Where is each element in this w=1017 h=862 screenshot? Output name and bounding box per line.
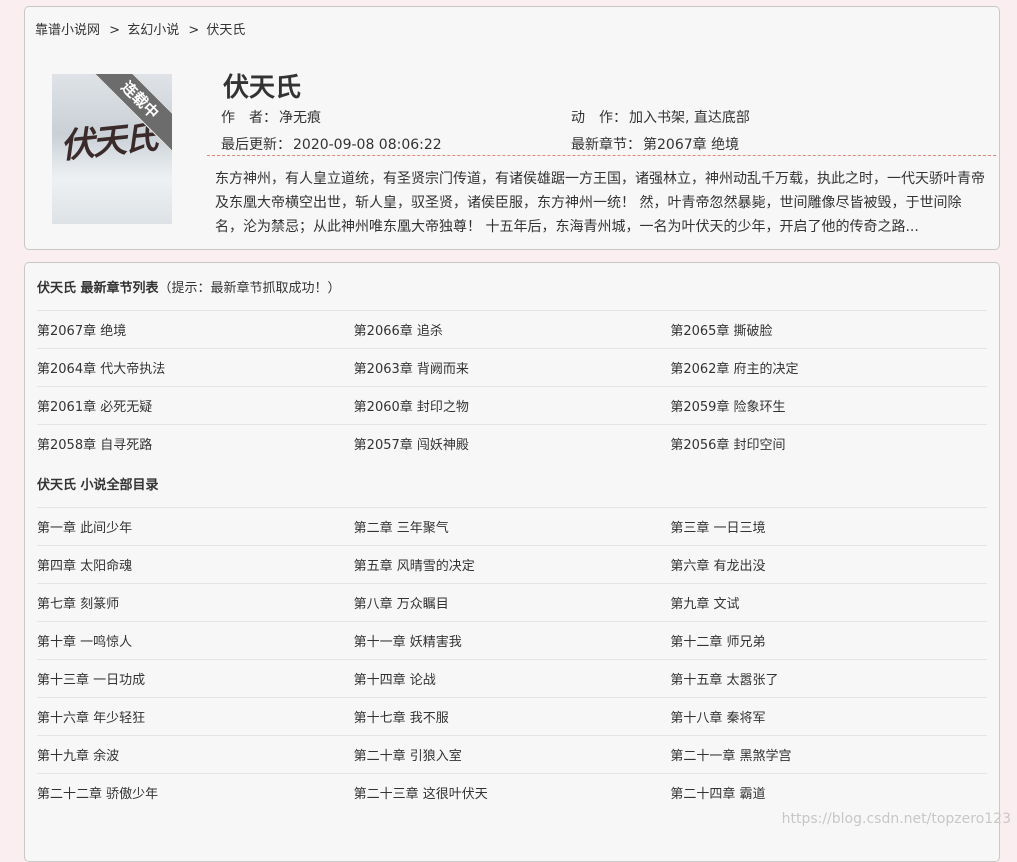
- chapter-link[interactable]: 第十三章 一日功成: [37, 669, 354, 688]
- chapter-link[interactable]: 第2066章 追杀: [354, 320, 671, 339]
- chapter-row: 第十六章 年少轻狂 第十七章 我不服 第十八章 秦将军: [37, 697, 987, 735]
- chapter-link[interactable]: 第十四章 论战: [354, 669, 671, 688]
- all-chapters-grid: 第一章 此间少年 第二章 三年聚气 第三章 一日三境 第四章 太阳命魂 第五章 风晴雪的…: [37, 507, 987, 811]
- actions-label: 动 作：: [571, 110, 627, 126]
- breadcrumb-separator: >: [188, 23, 200, 38]
- chapter-link[interactable]: 第2063章 背阙而来: [354, 358, 671, 377]
- updated-line: 最后更新： 2020-09-08 08:06:22: [221, 134, 442, 154]
- latest-chapter-label: 最新章节：: [571, 137, 641, 153]
- chapter-row: 第四章 太阳命魂 第五章 风晴雪的决定 第六章 有龙出没: [37, 545, 987, 583]
- chapter-link[interactable]: 第十六章 年少轻狂: [37, 707, 354, 726]
- chapter-link[interactable]: 第二十二章 骄傲少年: [37, 783, 354, 802]
- chapter-row: 第2061章 必死无疑 第2060章 封印之物 第2059章 险象环生: [37, 386, 987, 424]
- chapter-row: 第十章 一鸣惊人 第十一章 妖精害我 第十二章 师兄弟: [37, 621, 987, 659]
- latest-chapter-link[interactable]: 第2067章 绝境: [643, 137, 739, 153]
- author-label: 作 者：: [221, 110, 277, 126]
- latest-chapters-hint: （提示：最新章节抓取成功！）: [158, 281, 341, 296]
- latest-chapters-heading: 伏天氏 最新章节列表（提示：最新章节抓取成功！）: [37, 277, 341, 296]
- breadcrumb-current-book: 伏天氏: [206, 23, 246, 38]
- chapter-link[interactable]: 第八章 万众瞩目: [354, 593, 671, 612]
- chapter-link[interactable]: 第十八章 秦将军: [670, 707, 987, 726]
- breadcrumb-site-link[interactable]: 靠谱小说网: [35, 23, 100, 38]
- author-line: 作 者： 净无痕: [221, 107, 321, 127]
- author-name: 净无痕: [279, 110, 321, 126]
- chapter-link[interactable]: 第三章 一日三境: [670, 517, 987, 536]
- chapter-link[interactable]: 第二十章 引狼入室: [354, 745, 671, 764]
- chapter-row: 第2058章 自寻死路 第2057章 闯妖神殿 第2056章 封印空间: [37, 424, 987, 462]
- book-title: 伏天氏: [223, 73, 302, 103]
- chapter-link[interactable]: 第2059章 险象环生: [670, 396, 987, 415]
- chapter-row: 第七章 刻篆师 第八章 万众瞩目 第九章 文试: [37, 583, 987, 621]
- watermark-text: https://blog.csdn.net/topzero123: [781, 811, 1011, 827]
- chapter-link[interactable]: 第2062章 府主的决定: [670, 358, 987, 377]
- all-chapters-title: 伏天氏 小说全部目录: [37, 478, 159, 493]
- chapter-link[interactable]: 第十章 一鸣惊人: [37, 631, 354, 650]
- chapter-link[interactable]: 第2064章 代大帝执法: [37, 358, 354, 377]
- chapter-link[interactable]: 第七章 刻篆师: [37, 593, 354, 612]
- chapter-link[interactable]: 第2065章 撕破脸: [670, 320, 987, 339]
- chapter-link[interactable]: 第十九章 余波: [37, 745, 354, 764]
- breadcrumb: 靠谱小说网 > 玄幻小说 > 伏天氏: [35, 19, 247, 38]
- chapter-row: 第十九章 余波 第二十章 引狼入室 第二十一章 黑煞学宫: [37, 735, 987, 773]
- breadcrumb-separator: >: [109, 23, 121, 38]
- chapter-link[interactable]: 第二章 三年聚气: [354, 517, 671, 536]
- chapter-link[interactable]: 第五章 风晴雪的决定: [354, 555, 671, 574]
- latest-chapter-line: 最新章节： 第2067章 绝境: [571, 134, 739, 154]
- chapter-link[interactable]: 第十五章 太嚣张了: [670, 669, 987, 688]
- chapter-link[interactable]: 第十一章 妖精害我: [354, 631, 671, 650]
- chapter-link[interactable]: 第十二章 师兄弟: [670, 631, 987, 650]
- latest-chapters-grid: 第2067章 绝境 第2066章 追杀 第2065章 撕破脸 第2064章 代大帝执法…: [37, 310, 987, 462]
- add-to-bookshelf-link[interactable]: 加入书架: [629, 110, 685, 126]
- chapter-link[interactable]: 第二十三章 这很叶伏天: [354, 783, 671, 802]
- chapter-link[interactable]: 第六章 有龙出没: [670, 555, 987, 574]
- chapter-link[interactable]: 第二十一章 黑煞学宫: [670, 745, 987, 764]
- chapter-link[interactable]: 第2060章 封印之物: [354, 396, 671, 415]
- updated-label: 最后更新：: [221, 137, 291, 153]
- actions-line: 动 作： 加入书架, 直达底部: [571, 107, 750, 127]
- chapter-link[interactable]: 第2058章 自寻死路: [37, 434, 354, 453]
- chapter-list-panel: 伏天氏 最新章节列表（提示：最新章节抓取成功！） 第2067章 绝境 第2066章…: [24, 262, 1000, 862]
- chapter-link[interactable]: 第九章 文试: [670, 593, 987, 612]
- updated-time: 2020-09-08 08:06:22: [293, 137, 442, 153]
- chapter-row: 第2067章 绝境 第2066章 追杀 第2065章 撕破脸: [37, 310, 987, 348]
- chapter-row: 第2064章 代大帝执法 第2063章 背阙而来 第2062章 府主的决定: [37, 348, 987, 386]
- latest-chapters-title: 伏天氏 最新章节列表: [37, 281, 159, 296]
- chapter-link[interactable]: 第二十四章 霸道: [670, 783, 987, 802]
- book-info-panel: 靠谱小说网 > 玄幻小说 > 伏天氏 伏天氏 连载中 伏天氏 作 者： 净无痕 动…: [24, 6, 1000, 250]
- actions-comma: ,: [685, 110, 690, 126]
- chapter-link[interactable]: 第十七章 我不服: [354, 707, 671, 726]
- all-chapters-heading: 伏天氏 小说全部目录: [37, 474, 159, 493]
- chapter-row: 第一章 此间少年 第二章 三年聚气 第三章 一日三境: [37, 507, 987, 545]
- book-cover-image: 伏天氏 连载中: [52, 74, 172, 224]
- jump-to-bottom-link[interactable]: 直达底部: [694, 110, 750, 126]
- chapter-link[interactable]: 第一章 此间少年: [37, 517, 354, 536]
- chapter-row: 第二十二章 骄傲少年 第二十三章 这很叶伏天 第二十四章 霸道: [37, 773, 987, 811]
- dashed-divider: [207, 155, 996, 156]
- chapter-link[interactable]: 第2061章 必死无疑: [37, 396, 354, 415]
- book-introduction: 东方神州，有人皇立道统，有圣贤宗门传道，有诸侯雄踞一方王国，诸强林立，神州动乱千…: [215, 171, 985, 235]
- chapter-link[interactable]: 第2067章 绝境: [37, 320, 354, 339]
- breadcrumb-category-link[interactable]: 玄幻小说: [127, 23, 179, 38]
- chapter-link[interactable]: 第2057章 闯妖神殿: [354, 434, 671, 453]
- chapter-link[interactable]: 第四章 太阳命魂: [37, 555, 354, 574]
- chapter-row: 第十三章 一日功成 第十四章 论战 第十五章 太嚣张了: [37, 659, 987, 697]
- chapter-link[interactable]: 第2056章 封印空间: [670, 434, 987, 453]
